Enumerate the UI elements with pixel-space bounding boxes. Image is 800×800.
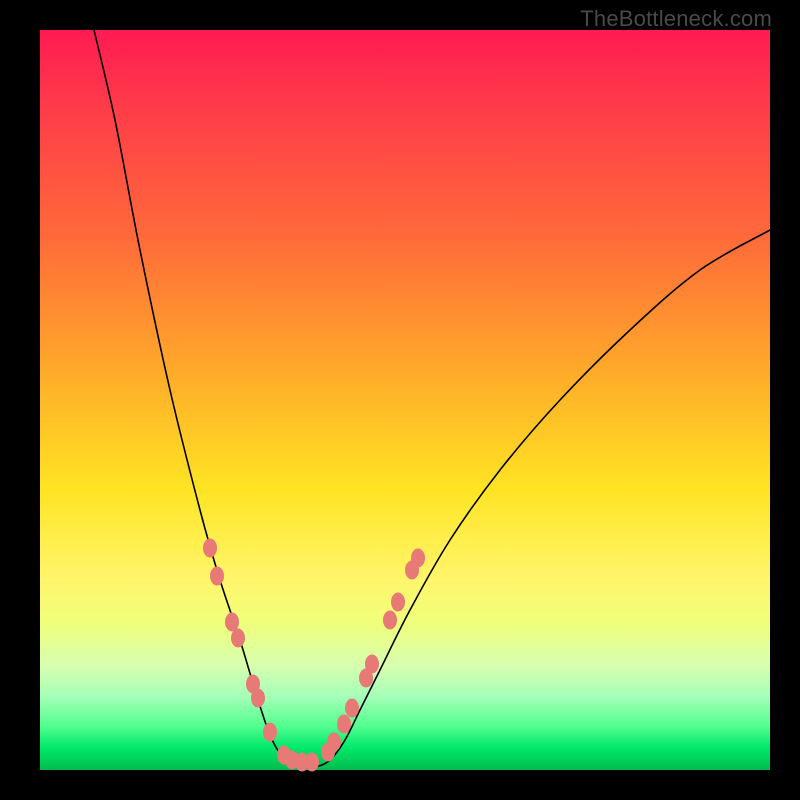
data-dot xyxy=(346,699,359,717)
data-dot xyxy=(306,753,319,771)
data-dot xyxy=(392,593,405,611)
plot-area xyxy=(40,30,770,770)
data-dot xyxy=(232,629,245,647)
bottleneck-curve xyxy=(94,30,770,768)
data-dot xyxy=(211,567,224,585)
data-dot xyxy=(338,715,351,733)
watermark-text: TheBottleneck.com xyxy=(580,6,772,31)
data-dot xyxy=(226,613,239,631)
chart-frame: TheBottleneck.com xyxy=(0,0,800,800)
watermark-link[interactable]: TheBottleneck.com xyxy=(580,6,772,32)
curve-svg xyxy=(40,30,770,770)
data-dot xyxy=(204,539,217,557)
data-dots xyxy=(204,539,425,771)
data-dot xyxy=(412,549,425,567)
data-dot xyxy=(366,655,379,673)
data-dot xyxy=(252,689,265,707)
data-dot xyxy=(264,723,277,741)
data-dot xyxy=(384,611,397,629)
data-dot xyxy=(328,733,341,751)
